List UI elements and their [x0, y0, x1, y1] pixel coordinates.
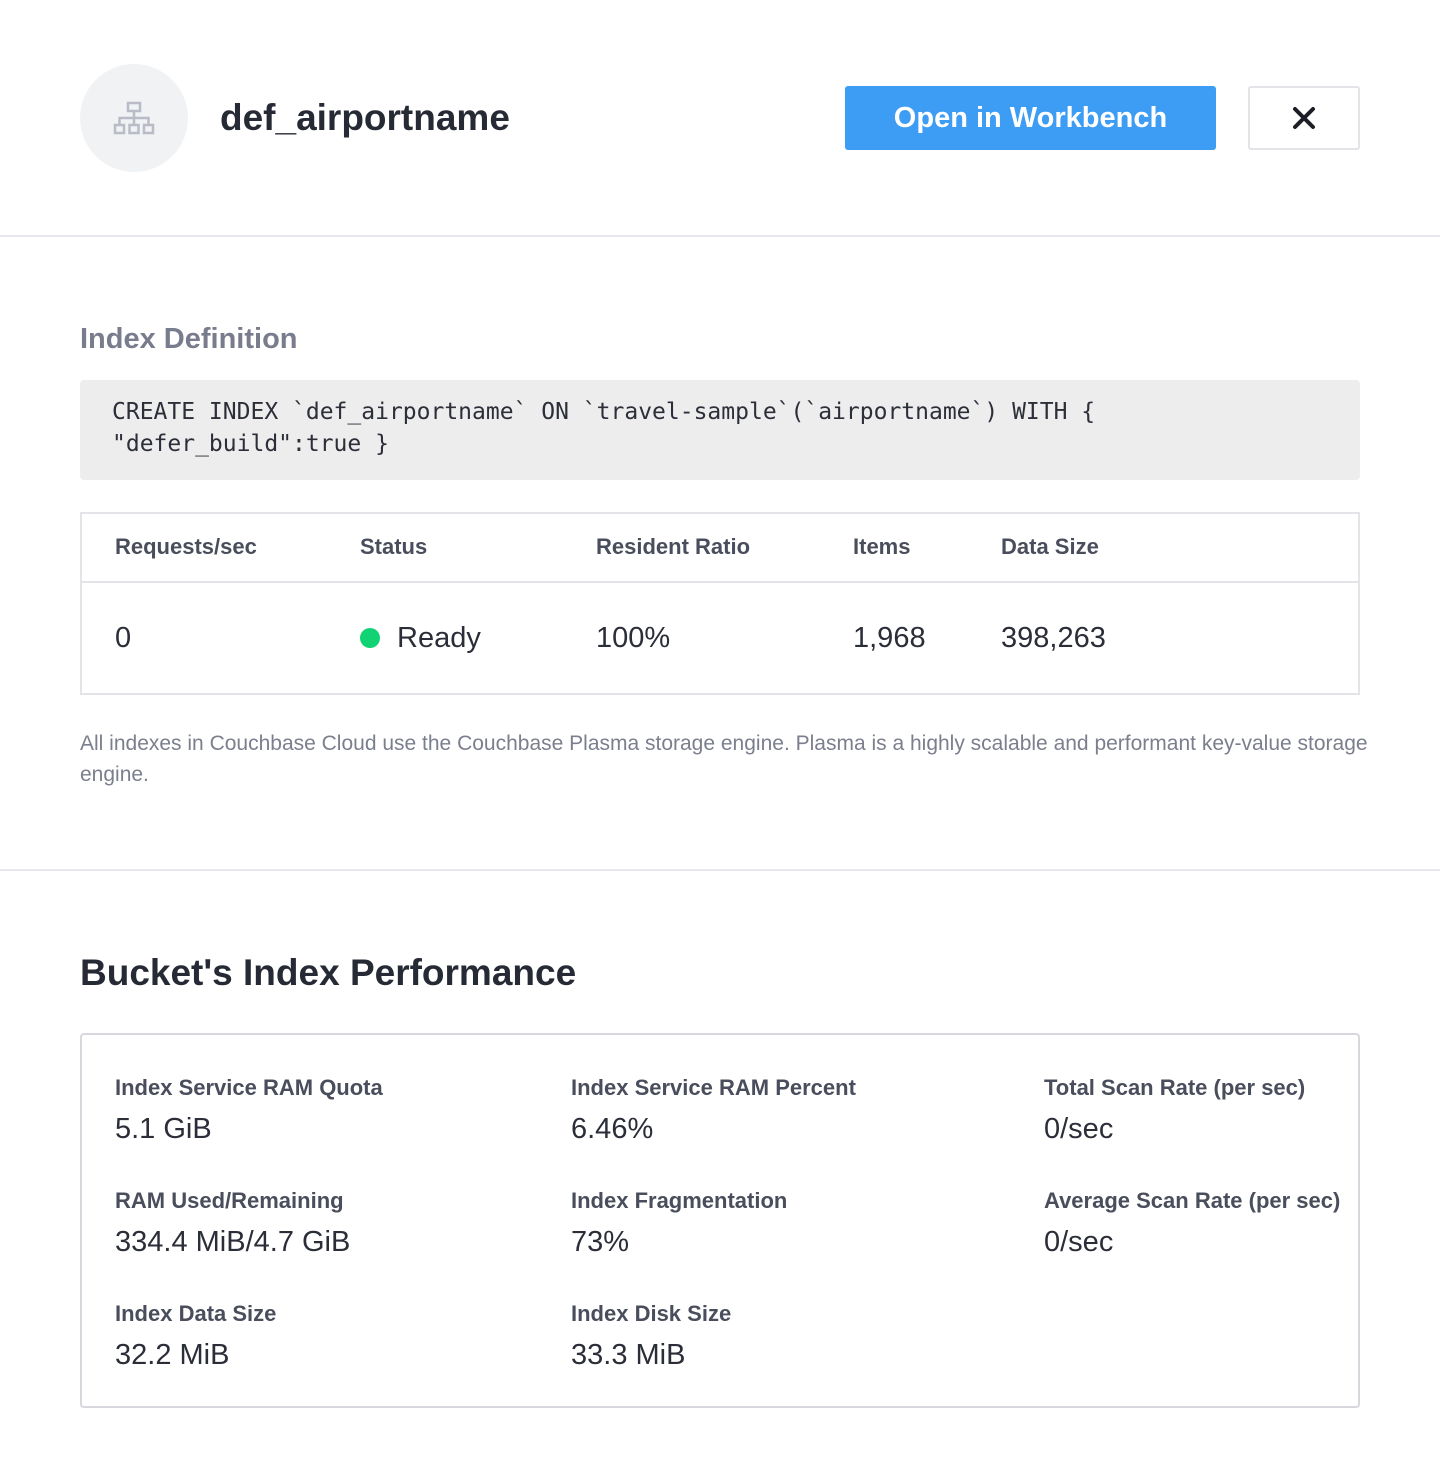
metric-label: Index Service RAM Percent: [571, 1075, 856, 1100]
index-avatar: [80, 64, 188, 172]
cell-requests: 0: [115, 622, 132, 654]
column-header-requests: Requests/sec: [115, 534, 257, 559]
metric-value: 32.2 MiB: [115, 1339, 230, 1371]
column-header-items: Items: [853, 534, 911, 559]
metric-label: RAM Used/Remaining: [115, 1188, 344, 1213]
close-button[interactable]: [1248, 86, 1360, 150]
close-icon: [1293, 107, 1315, 129]
column-header-resident-ratio: Resident Ratio: [596, 534, 751, 559]
cell-data-size: 398,263: [1001, 622, 1106, 654]
cell-resident-ratio: 100%: [596, 622, 671, 654]
index-stats-header: Requests/sec Status Resident Ratio Items…: [82, 514, 1358, 583]
metric-label: Index Service RAM Quota: [115, 1075, 383, 1100]
open-in-workbench-button[interactable]: Open in Workbench: [845, 86, 1216, 150]
index-definition-code: CREATE INDEX `def_airportname` ON `trave…: [80, 380, 1360, 480]
metric-label: Total Scan Rate (per sec): [1044, 1075, 1306, 1100]
storage-engine-note: All indexes in Couchbase Cloud use the C…: [80, 732, 1368, 786]
cell-items: 1,968: [853, 622, 926, 654]
metric-label: Average Scan Rate (per sec): [1044, 1188, 1341, 1213]
metric-label: Index Data Size: [115, 1301, 277, 1326]
performance-metrics-panel: Index Service RAM Quota 5.1 GiB Index Se…: [80, 1033, 1360, 1408]
status-dot-icon: [360, 628, 380, 648]
column-header-status: Status: [360, 534, 428, 559]
metric-value: 334.4 MiB/4.7 GiB: [115, 1226, 351, 1258]
sitemap-icon: [113, 101, 155, 135]
metric-value: 5.1 GiB: [115, 1113, 212, 1145]
metric-label: Index Fragmentation: [571, 1188, 788, 1213]
cell-status: Ready: [397, 622, 481, 654]
index-definition-section: Index Definition CREATE INDEX `def_airpo…: [0, 239, 1440, 871]
metric-value: 73%: [571, 1226, 630, 1258]
page-title: def_airportname: [220, 97, 510, 138]
performance-title: Bucket's Index Performance: [80, 952, 577, 993]
metric-value: 0/sec: [1044, 1113, 1114, 1145]
metric-label: Index Disk Size: [571, 1301, 732, 1326]
index-definition-heading: Index Definition: [80, 323, 298, 355]
metric-value: 6.46%: [571, 1113, 654, 1145]
column-header-data-size: Data Size: [1001, 534, 1099, 559]
detail-header: def_airportname Open in Workbench: [0, 0, 1440, 237]
metric-value: 33.3 MiB: [571, 1339, 686, 1371]
index-stats-table: Requests/sec Status Resident Ratio Items…: [80, 512, 1360, 695]
metric-value: 0/sec: [1044, 1226, 1114, 1258]
